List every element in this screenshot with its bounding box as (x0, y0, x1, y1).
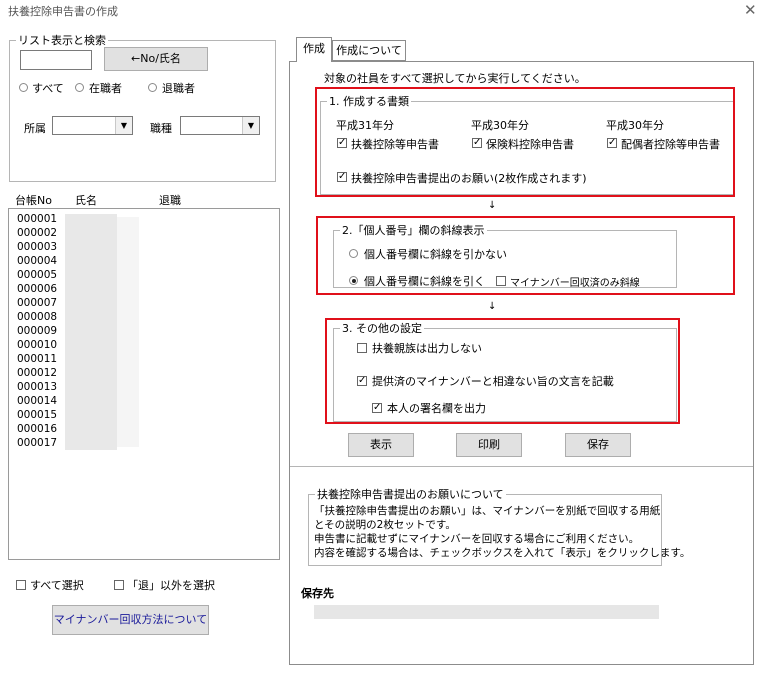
column-header-no: 台帳No (15, 194, 52, 207)
column-header-name: 氏名 (75, 194, 97, 207)
print-button[interactable]: 印刷 (456, 433, 522, 457)
mynumber-method-button[interactable]: マイナンバー回収方法について (52, 605, 209, 635)
employee-list[interactable]: 000001 000002 000003 000004 000005 00000… (8, 208, 280, 560)
job-select[interactable]: ▼ (180, 116, 260, 135)
info-line: 申告書に記載せずにマイナンバーを回収する場合にご利用ください。 (314, 533, 640, 545)
tab-create[interactable]: 作成 (296, 37, 332, 62)
close-icon[interactable]: ✕ (744, 1, 757, 19)
search-group-legend: リスト表示と検索 (18, 34, 106, 47)
select-not-retired-checkbox[interactable] (114, 580, 124, 590)
list-item[interactable]: 000007 (17, 297, 57, 309)
job-label: 職種 (150, 122, 172, 135)
info-group-legend: 扶養控除申告書提出のお願いについて (317, 488, 504, 501)
list-item[interactable]: 000012 (17, 367, 57, 379)
radio-all-label: すべて (32, 82, 64, 95)
redacted-save-path (314, 605, 659, 619)
highlight-box-2 (316, 216, 735, 295)
dept-select[interactable]: ▼ (52, 116, 133, 135)
list-item[interactable]: 000017 (17, 437, 57, 449)
list-item[interactable]: 000014 (17, 395, 57, 407)
list-item[interactable]: 000008 (17, 311, 57, 323)
select-all-checkbox[interactable] (16, 580, 26, 590)
chevron-down-icon[interactable]: ▼ (242, 117, 259, 134)
select-not-retired-label: 「退」以外を選択 (127, 579, 215, 592)
window-title: 扶養控除申告書の作成 (8, 5, 118, 18)
show-button[interactable]: 表示 (348, 433, 414, 457)
radio-retired[interactable] (148, 83, 157, 92)
list-item[interactable]: 000009 (17, 325, 57, 337)
save-button[interactable]: 保存 (565, 433, 631, 457)
no-name-search-button[interactable]: ←No/氏名 (104, 47, 208, 71)
list-item[interactable]: 000006 (17, 283, 57, 295)
list-item[interactable]: 000004 (17, 255, 57, 267)
down-arrow-icon: ↓ (488, 301, 497, 312)
list-item[interactable]: 000001 (17, 213, 57, 225)
save-destination-label: 保存先 (301, 587, 334, 600)
list-item[interactable]: 000011 (17, 353, 57, 365)
list-item[interactable]: 000002 (17, 227, 57, 239)
radio-all[interactable] (19, 83, 28, 92)
dept-label: 所属 (24, 122, 46, 135)
select-all-label: すべて選択 (30, 579, 84, 592)
redacted-names (65, 214, 117, 450)
instruction-text: 対象の社員をすべて選択してから実行してください。 (324, 72, 586, 85)
list-item[interactable]: 000016 (17, 423, 57, 435)
column-header-retired: 退職 (159, 194, 181, 207)
chevron-down-icon[interactable]: ▼ (115, 117, 132, 134)
info-line: とその説明の2枚セットです。 (314, 519, 456, 531)
list-item[interactable]: 000005 (17, 269, 57, 281)
down-arrow-icon: ↓ (488, 200, 497, 211)
section-divider (290, 466, 753, 467)
list-item[interactable]: 000003 (17, 241, 57, 253)
highlight-box-1 (315, 87, 735, 197)
radio-employed[interactable] (75, 83, 84, 92)
list-item[interactable]: 000010 (17, 339, 57, 351)
info-line: 内容を確認する場合は、チェックボックスを入れて「表示」をクリックします。 (314, 547, 691, 559)
radio-retired-label: 退職者 (162, 82, 195, 95)
redacted-names-tail (117, 217, 139, 447)
list-item[interactable]: 000015 (17, 409, 57, 421)
highlight-box-3 (325, 318, 680, 424)
info-line: 「扶養控除申告書提出のお願い」は、マイナンバーを別紙で回収する用紙 (314, 505, 661, 517)
radio-employed-label: 在職者 (89, 82, 122, 95)
list-item[interactable]: 000013 (17, 381, 57, 393)
search-input[interactable] (20, 50, 92, 70)
tab-about[interactable]: 作成について (332, 40, 406, 61)
